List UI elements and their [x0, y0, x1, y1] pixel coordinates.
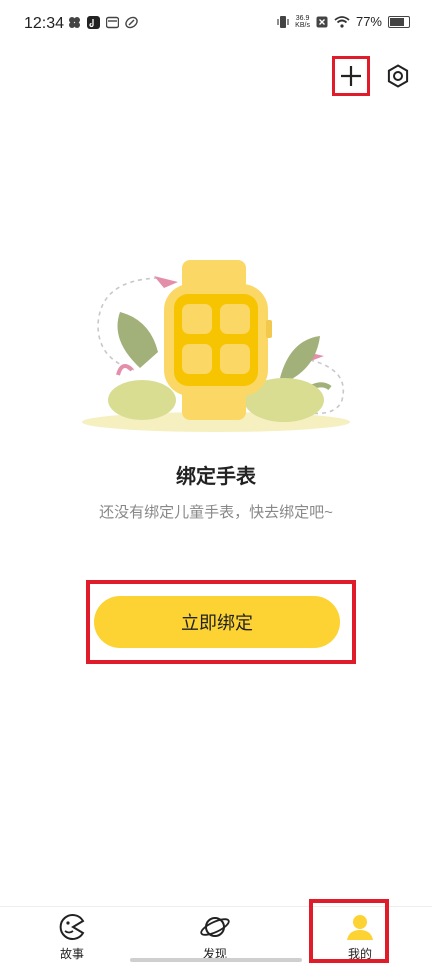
app-tile — [220, 344, 250, 374]
network-speed-value: 36.9 — [295, 14, 310, 22]
no-sim-icon — [316, 16, 328, 27]
planet-icon — [200, 917, 230, 937]
network-speed: 36.9 KB/s — [295, 15, 310, 29]
status-time: 12:34 — [24, 15, 65, 32]
story-icon — [59, 914, 85, 940]
gear-icon — [387, 64, 409, 88]
leaf-left — [117, 312, 158, 368]
app-tile — [182, 344, 212, 374]
empty-state-title: 绑定手表 — [176, 466, 256, 488]
empty-state-subtitle: 还没有绑定儿童手表，快去绑定吧~ — [99, 504, 333, 521]
app-tile — [220, 304, 250, 334]
fan-icon — [69, 17, 80, 28]
wifi-icon — [334, 15, 350, 28]
status-app-icons — [68, 16, 138, 29]
paper-plane-left — [154, 276, 178, 288]
network-speed-unit: KB/s — [295, 21, 310, 29]
tab-discover[interactable]: 发现 — [165, 907, 265, 965]
add-device-button[interactable] — [332, 56, 370, 96]
vibrate-icon — [277, 15, 289, 28]
mail-icon — [106, 16, 119, 29]
watch-illustration — [82, 260, 350, 432]
status-right: 36.9 KB/s 77% — [277, 14, 410, 29]
tab-story[interactable]: 故事 — [22, 907, 122, 965]
battery-fill — [390, 17, 404, 26]
plus-icon — [341, 66, 361, 86]
app-tile — [182, 304, 212, 334]
tiktok-icon — [87, 16, 100, 29]
battery-percent: 77% — [355, 14, 382, 29]
bush-left — [108, 380, 176, 420]
home-indicator[interactable] — [130, 958, 302, 962]
status-bar: 12:34 36.9 KB/s 77% — [0, 0, 432, 52]
bind-now-button[interactable]: 立即绑定 — [94, 596, 340, 648]
link-icon — [125, 16, 138, 29]
mine-tab-highlight — [309, 899, 389, 963]
settings-button[interactable] — [384, 62, 412, 90]
tab-story-label: 故事 — [59, 947, 84, 961]
battery-icon — [388, 15, 410, 28]
